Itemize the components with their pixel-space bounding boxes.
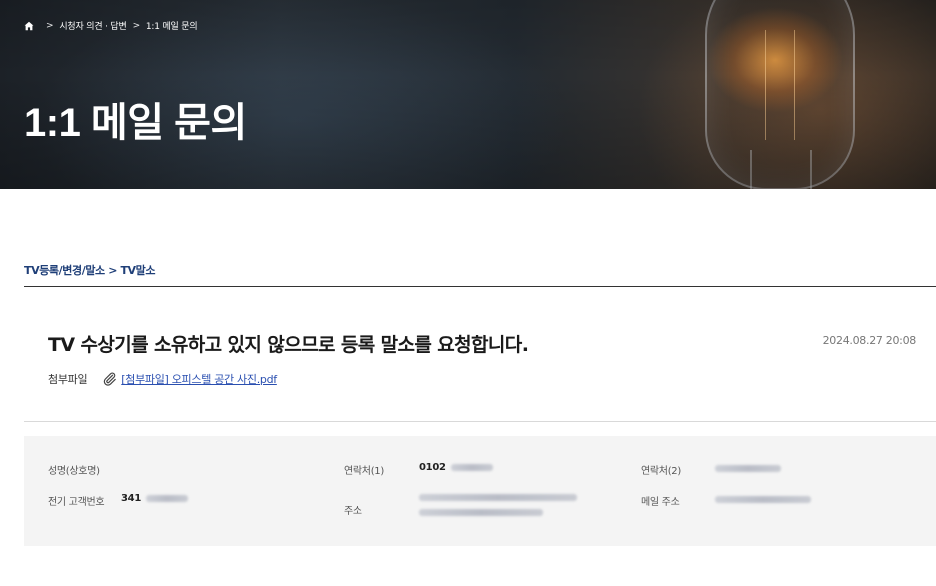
breadcrumb-item-feedback[interactable]: 시청자 의견 · 답변 <box>59 19 126 32</box>
phone1-value: 0102 <box>419 462 493 473</box>
address-label: 주소 <box>344 506 362 517</box>
post-title: TV 수상기를 소유하고 있지 않으므로 등록 말소를 요청합니다. <box>48 334 529 356</box>
breadcrumb: > 시청자 의견 · 답변 > 1:1 메일 문의 <box>24 19 198 32</box>
attachment-label: 첨부파일 <box>48 373 88 386</box>
applicant-info-box: 성명(상호명) 전기 고객번호 341 연락처(1) 0102 주소 연락처(2… <box>24 436 936 546</box>
phone2-label: 연락처(2) <box>641 466 681 477</box>
post-category: TV등록/변경/말소 > TV말소 <box>24 264 156 277</box>
customer-number-label: 전기 고객번호 <box>48 497 105 508</box>
breadcrumb-separator: > <box>46 20 54 31</box>
hero-banner: > 시청자 의견 · 답변 > 1:1 메일 문의 1:1 메일 문의 <box>0 0 936 189</box>
post-date: 2024.08.27 20:08 <box>822 334 917 347</box>
redacted-customer-number <box>146 494 189 502</box>
email-label: 메일 주소 <box>641 497 680 508</box>
redacted-address-line1 <box>419 494 577 501</box>
breadcrumb-item-mail-inquiry[interactable]: 1:1 메일 문의 <box>146 19 198 32</box>
attachment-download-link[interactable]: [첨부파일] 오피스텔 공간 사진.pdf <box>121 371 277 387</box>
attachment-row: 첨부파일 [첨부파일] 오피스텔 공간 사진.pdf <box>48 371 277 387</box>
page-title: 1:1 메일 문의 <box>24 101 247 145</box>
redacted-phone2 <box>715 465 781 472</box>
customer-number-prefix: 341 <box>121 493 141 504</box>
phone1-label: 연락처(1) <box>344 466 384 477</box>
redacted-address-line2 <box>419 509 543 516</box>
home-icon[interactable] <box>24 21 34 31</box>
divider <box>24 286 936 287</box>
breadcrumb-separator: > <box>132 20 141 31</box>
divider <box>24 421 936 422</box>
paperclip-icon <box>103 372 117 386</box>
name-label: 성명(상호명) <box>48 466 100 477</box>
phone1-prefix: 0102 <box>419 462 446 473</box>
redacted-phone1 <box>450 463 493 471</box>
customer-number-value: 341 <box>121 493 189 504</box>
redacted-email <box>715 496 811 503</box>
